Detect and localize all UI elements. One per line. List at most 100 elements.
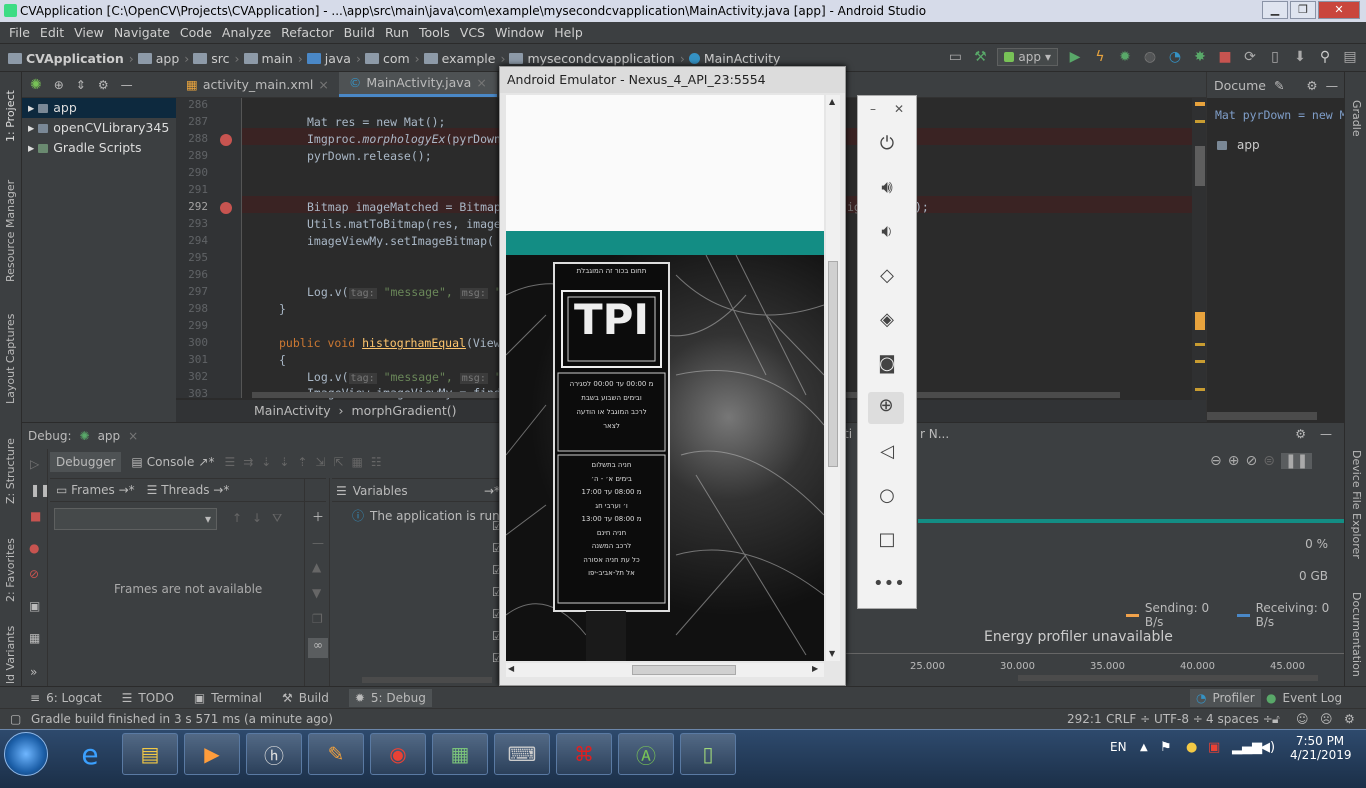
crumb-src[interactable]: src ›	[193, 51, 240, 66]
menu-window[interactable]: Window	[490, 25, 549, 40]
menu-file[interactable]: File	[4, 25, 35, 40]
zoom-icon[interactable]: ⊕	[868, 392, 904, 424]
tool-gradle[interactable]: Gradle	[1350, 100, 1363, 137]
scroll-thumb[interactable]	[632, 665, 736, 675]
target-icon[interactable]: ⊕	[54, 78, 64, 92]
language-indicator[interactable]: EN	[1110, 740, 1127, 754]
emulator-screen[interactable]: תחום בכור זה המוגבלת TPI מ 00:00 עד 00:0…	[506, 95, 824, 661]
tab-console[interactable]: ▤ Console ↗*	[131, 455, 214, 469]
tab-profiler[interactable]: ◔ Profiler	[1190, 688, 1261, 707]
menu-edit[interactable]: Edit	[35, 25, 69, 40]
up-icon[interactable]: ▲	[312, 560, 321, 574]
breakpoint-icon[interactable]	[220, 202, 232, 214]
profiler-tab-fragment[interactable]: r N...	[920, 427, 949, 441]
action-center-icon[interactable]: ⚑	[1160, 740, 1172, 755]
tab-build[interactable]: ⚒ Build	[282, 691, 329, 705]
live-toggle-icon[interactable]: ❚❚	[1280, 453, 1313, 469]
copy-icon[interactable]: ❐	[312, 612, 323, 626]
watches-icon[interactable]: ∞	[308, 638, 328, 658]
crumb-package[interactable]: mysecondcvapplication ›	[509, 51, 685, 66]
crumb-class[interactable]: MainActivity	[688, 51, 780, 66]
hide-icon[interactable]: —	[1326, 78, 1339, 93]
debug-icon[interactable]: ✹	[1117, 49, 1133, 65]
project-structure-icon[interactable]: ▤	[1342, 49, 1358, 65]
error-stripe[interactable]	[1192, 98, 1206, 400]
more-icon[interactable]: •••	[873, 570, 905, 598]
explorer-icon[interactable]: ▤	[122, 733, 178, 775]
crumb-project[interactable]: CVApplication ›	[8, 51, 134, 66]
hp-icon[interactable]: ⓗ	[246, 733, 302, 775]
remove-icon[interactable]: —	[312, 536, 324, 550]
tab-terminal[interactable]: ▣ Terminal	[194, 691, 262, 705]
zoom-out-icon[interactable]: ⊖	[1210, 453, 1222, 469]
resume-icon[interactable]: ▷	[30, 457, 39, 471]
stop-icon[interactable]: ■	[30, 509, 41, 523]
home-icon[interactable]: ○	[873, 482, 901, 510]
tab-main-activity-java[interactable]: © MainActivity.java ×	[338, 70, 497, 97]
down-icon[interactable]: ▼	[312, 586, 321, 600]
collapse-icon[interactable]: ⇕	[76, 78, 86, 92]
scroll-right-icon[interactable]: ▶	[812, 664, 818, 673]
run-config-select[interactable]: app ▾	[997, 48, 1058, 66]
menu-navigate[interactable]: Navigate	[109, 25, 175, 40]
tool-favorites[interactable]: 2: Favorites	[4, 538, 17, 602]
smile-icon[interactable]: ☺	[1296, 709, 1309, 729]
menu-build[interactable]: Build	[339, 25, 380, 40]
menu-tools[interactable]: Tools	[414, 25, 455, 40]
monitor-icon[interactable]: ▦	[432, 733, 488, 775]
apply-changes-icon[interactable]: ϟ	[1092, 49, 1108, 65]
layout-icon[interactable]: ▭	[947, 49, 963, 65]
tray-warning-icon[interactable]: ▣	[1208, 740, 1220, 755]
stop-icon[interactable]: ■	[1217, 49, 1233, 65]
volume-down-icon[interactable]: 🔉︎	[873, 218, 901, 246]
chrome-icon[interactable]: ◉	[370, 733, 426, 775]
close-icon[interactable]: ×	[476, 70, 486, 96]
reset-zoom-icon[interactable]: ⊘	[1245, 453, 1257, 469]
rotate-left-icon[interactable]: ◇	[873, 262, 901, 290]
crumb-java[interactable]: java ›	[306, 51, 361, 66]
rotate-right-icon[interactable]: ◈	[873, 306, 901, 334]
add-icon[interactable]: ＋	[312, 508, 324, 525]
thread-select[interactable]: ▾	[54, 508, 217, 530]
gear-icon[interactable]: ⚙	[1306, 78, 1317, 93]
back-icon[interactable]: ◁	[873, 438, 901, 466]
emulator-icon[interactable]: ▯	[680, 733, 736, 775]
close-icon[interactable]: ×	[318, 72, 328, 98]
tray-app-icon[interactable]: ●	[1186, 740, 1197, 755]
crumb-main[interactable]: main ›	[243, 51, 303, 66]
volume-icon[interactable]: ◀)	[1260, 740, 1275, 755]
profile-icon[interactable]: ◔	[1167, 49, 1183, 65]
tab-debug[interactable]: ✹ 5: Debug	[348, 688, 432, 707]
menu-run[interactable]: Run	[380, 25, 414, 40]
scroll-down-icon[interactable]: ▼	[829, 649, 835, 658]
close-icon[interactable]: ✕	[894, 102, 904, 116]
keyboard-icon[interactable]: ⌨	[494, 733, 550, 775]
tool-structure[interactable]: Z: Structure	[4, 438, 17, 504]
tool-layout-captures[interactable]: Layout Captures	[4, 314, 17, 404]
line-separator[interactable]: CRLF ÷	[1106, 709, 1150, 729]
paint-icon[interactable]: ✎	[308, 733, 364, 775]
sdk-manager-icon[interactable]: ⬇	[1292, 49, 1308, 65]
status-toggle-icon[interactable]: ▢	[10, 709, 21, 729]
debug-config-tab[interactable]: app	[98, 429, 121, 443]
tool-documentation[interactable]: Documentation	[1350, 592, 1363, 677]
menu-code[interactable]: Code	[175, 25, 217, 40]
tab-debugger[interactable]: Debugger	[50, 452, 122, 472]
scroll-thumb[interactable]	[828, 261, 838, 467]
gear-icon[interactable]: ⚙	[1295, 427, 1306, 441]
maximize-button[interactable]: ❐	[1290, 1, 1316, 19]
cursor-position[interactable]: 292:1	[1067, 709, 1102, 729]
tool-build-variants[interactable]: ld Variants	[4, 626, 17, 684]
media-player-icon[interactable]: ▶	[184, 733, 240, 775]
more-icon[interactable]: »	[30, 665, 37, 679]
step-icons[interactable]: ☰⇉⇣⇣⇡⇲⇱▦☷	[224, 455, 389, 469]
timeline-scrollbar[interactable]	[1018, 675, 1318, 681]
android-studio-icon[interactable]: Ⓐ	[618, 733, 674, 775]
edit-icon[interactable]: ✎	[1274, 78, 1284, 93]
close-button[interactable]: ✕	[1318, 1, 1360, 19]
tab-event-log[interactable]: ● Event Log	[1266, 691, 1342, 705]
emulator-horizontal-scrollbar[interactable]: ◀ ▶	[506, 663, 824, 677]
hide-icon[interactable]: —	[1320, 427, 1332, 441]
power-icon[interactable]: ⏻	[873, 130, 901, 158]
zoom-in-icon[interactable]: ⊕	[1228, 453, 1240, 469]
